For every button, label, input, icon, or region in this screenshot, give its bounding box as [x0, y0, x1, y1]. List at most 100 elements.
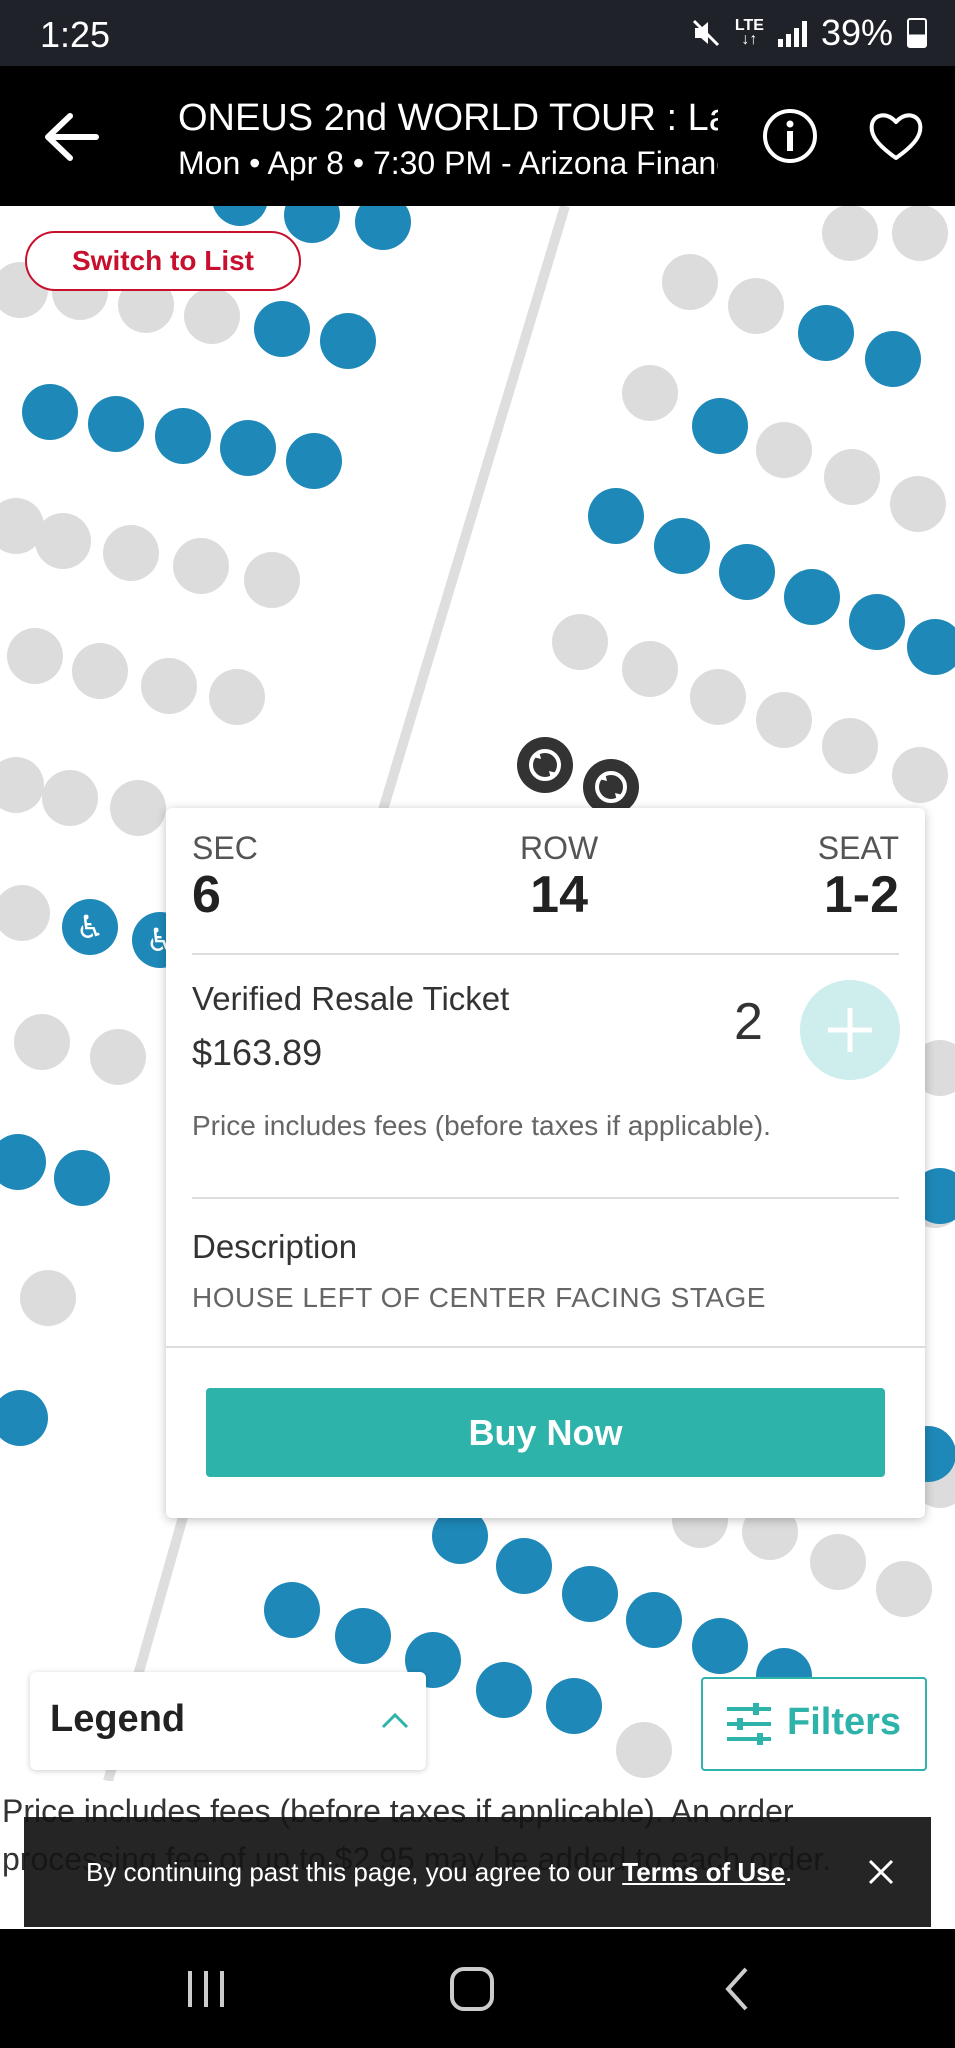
- legend-toggle[interactable]: Legend: [30, 1672, 426, 1770]
- unavailable-seat: [690, 669, 746, 725]
- event-subtitle: Mon • Apr 8 • 7:30 PM - Arizona Financia…: [178, 145, 718, 181]
- section-value: 6: [192, 866, 221, 924]
- unavailable-seat: [728, 278, 784, 334]
- wheelchair-seat[interactable]: ♿: [62, 899, 118, 955]
- buy-now-button[interactable]: Buy Now: [206, 1388, 885, 1477]
- sliders-icon: [727, 1703, 771, 1745]
- available-seat[interactable]: [22, 384, 78, 440]
- unavailable-seat: [892, 747, 948, 803]
- available-seat[interactable]: [654, 518, 710, 574]
- cookie-message: By continuing past this page, you agree …: [86, 1857, 623, 1887]
- back-arrow-icon[interactable]: [40, 110, 104, 164]
- cookie-period: .: [785, 1857, 793, 1887]
- available-seat[interactable]: [588, 488, 644, 544]
- available-seat[interactable]: [692, 398, 748, 454]
- close-icon[interactable]: [862, 1853, 900, 1891]
- available-seat[interactable]: [784, 569, 840, 625]
- filters-label: Filters: [787, 1701, 902, 1743]
- unavailable-seat: [72, 643, 128, 699]
- card-divider: [192, 1197, 899, 1199]
- row-label: ROW: [520, 830, 599, 866]
- legend-label: Legend: [50, 1698, 186, 1740]
- available-seat[interactable]: [849, 594, 905, 650]
- unavailable-seat: [822, 718, 878, 774]
- available-seat[interactable]: [0, 1390, 48, 1446]
- available-seat[interactable]: [212, 206, 268, 226]
- unavailable-seat: [824, 449, 880, 505]
- increase-quantity-button[interactable]: [800, 980, 900, 1080]
- event-header: ONEUS 2nd WORLD TOUR : La Dolce Vita Mon…: [178, 94, 718, 184]
- unavailable-seat: [622, 365, 678, 421]
- available-seat[interactable]: [286, 433, 342, 489]
- available-seat[interactable]: [798, 305, 854, 361]
- status-time: 1:25: [40, 14, 111, 55]
- seat-info: SEC 6 ROW 14 SEAT 1-2: [192, 808, 899, 955]
- available-seat[interactable]: [335, 1608, 391, 1664]
- available-seat[interactable]: [320, 313, 376, 369]
- available-seat[interactable]: [88, 396, 144, 452]
- available-seat[interactable]: [476, 1662, 532, 1718]
- available-seat[interactable]: [0, 1134, 46, 1190]
- lte-icon: LTE ↓↑: [735, 18, 764, 48]
- available-seat[interactable]: [220, 420, 276, 476]
- mute-icon: [692, 19, 719, 47]
- resale-seat[interactable]: [583, 759, 639, 815]
- available-seat[interactable]: [284, 206, 340, 243]
- available-seat[interactable]: [719, 544, 775, 600]
- available-seat[interactable]: [562, 1566, 618, 1622]
- status-icons: LTE ↓↑ 39%: [691, 12, 927, 54]
- home-icon[interactable]: [442, 1965, 502, 2013]
- available-seat[interactable]: [692, 1618, 748, 1674]
- available-seat[interactable]: [626, 1592, 682, 1648]
- ticket-type: Verified Resale Ticket: [192, 980, 510, 1017]
- cookie-banner: By continuing past this page, you agree …: [24, 1817, 931, 1927]
- recent-apps-icon[interactable]: [176, 1965, 236, 2013]
- fee-note: Price includes fees (before taxes if app…: [192, 1110, 771, 1141]
- description-label: Description: [192, 1228, 358, 1265]
- unavailable-seat: [173, 538, 229, 594]
- row-block: ROW 14: [520, 830, 598, 923]
- available-seat[interactable]: [865, 331, 921, 387]
- terms-link[interactable]: Terms of Use: [622, 1857, 785, 1887]
- unavailable-seat: [20, 1270, 76, 1326]
- unavailable-seat: [822, 206, 878, 261]
- unavailable-seat: [7, 628, 63, 684]
- unavailable-seat: [622, 641, 678, 697]
- unavailable-seat: [141, 658, 197, 714]
- unavailable-seat: [552, 614, 608, 670]
- available-seat[interactable]: [264, 1582, 320, 1638]
- available-seat[interactable]: [907, 619, 955, 675]
- seat-value: 1-2: [823, 866, 899, 924]
- filters-button[interactable]: Filters: [701, 1677, 927, 1771]
- resale-seat[interactable]: [517, 737, 573, 793]
- unavailable-seat: [35, 513, 91, 569]
- unavailable-seat: [244, 552, 300, 608]
- chevron-up-icon: [381, 1712, 409, 1729]
- description-value: HOUSE LEFT OF CENTER FACING STAGE: [192, 1282, 766, 1313]
- unavailable-seat: [0, 885, 50, 941]
- available-seat[interactable]: [496, 1538, 552, 1594]
- available-seat[interactable]: [355, 206, 411, 250]
- unavailable-seat: [0, 757, 44, 813]
- ticket-quantity: 2: [734, 993, 763, 1051]
- app-header: ONEUS 2nd WORLD TOUR : La Dolce Vita Mon…: [0, 66, 955, 206]
- info-icon[interactable]: [760, 106, 820, 166]
- available-seat[interactable]: [254, 301, 310, 357]
- lte-arrows: ↓↑: [741, 31, 758, 48]
- heart-icon[interactable]: [866, 106, 926, 166]
- available-seat[interactable]: [546, 1678, 602, 1734]
- unavailable-seat: [892, 206, 948, 261]
- signal-icon: [777, 19, 807, 47]
- unavailable-seat: [209, 669, 265, 725]
- battery-icon: [907, 18, 927, 48]
- switch-to-list-button[interactable]: Switch to List: [25, 231, 301, 291]
- unavailable-seat: [103, 525, 159, 581]
- section-block: SEC 6: [192, 830, 258, 923]
- status-bar: 1:25 LTE ↓↑ 39%: [0, 0, 955, 66]
- available-seat[interactable]: [155, 408, 211, 464]
- seat-block: SEAT 1-2: [818, 830, 899, 923]
- available-seat[interactable]: [54, 1150, 110, 1206]
- unavailable-seat: [14, 1014, 70, 1070]
- unavailable-seat: [616, 1722, 672, 1778]
- back-nav-icon[interactable]: [708, 1965, 768, 2013]
